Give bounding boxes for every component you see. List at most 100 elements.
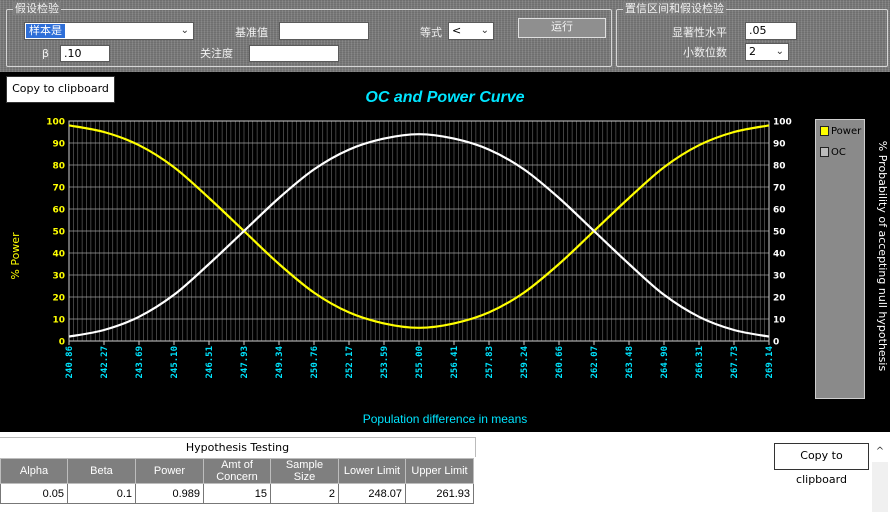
y-tick-label: 60 — [52, 206, 65, 216]
x-tick-label: 247.93 — [240, 346, 250, 379]
cell-lower-limit: 248.07 — [338, 483, 406, 504]
chevron-down-icon[interactable]: ⌄ — [481, 23, 489, 39]
decimals-combo[interactable]: 2 ⌄ — [745, 43, 789, 61]
col-upper-limit: Upper Limit — [405, 458, 474, 484]
y2-tick-label: 30 — [773, 272, 786, 282]
sample-type-value: 样本是 — [26, 24, 65, 38]
x-tick-label: 262.07 — [590, 346, 600, 379]
oc-power-chart: 0 0 10 10 20 20 30 30 40 40 50 50 60 60 70 70 80 80 90 90 10… — [9, 89, 889, 426]
legend-swatch-oc — [820, 147, 829, 157]
beta-label: β — [42, 47, 50, 60]
col-sample-size: Sample Size — [270, 458, 339, 484]
legend-label-power: Power — [831, 126, 862, 137]
x-tick-label: 263.48 — [625, 346, 635, 379]
chart-legend: Power OC — [815, 119, 865, 399]
x-tick-label: 256.41 — [450, 346, 460, 379]
chart-area: Copy to clipboard 0 0 10 10 20 20 30 30 40 40 50 50… — [0, 72, 890, 432]
y2-tick-label: 80 — [773, 162, 786, 172]
y-tick-label: 30 — [52, 272, 65, 282]
y-tick-label: 90 — [52, 140, 65, 150]
legend-item-power: Power — [820, 126, 861, 138]
col-beta: Beta — [67, 458, 136, 484]
y-tick-label: 70 — [52, 184, 65, 194]
x-tick-label: 246.51 — [205, 346, 215, 379]
legend-swatch-power — [820, 126, 829, 136]
y2-tick-label: 50 — [773, 228, 786, 238]
cell-power: 0.989 — [135, 483, 204, 504]
confidence-group-title: 置信区间和假设检验 — [623, 2, 726, 15]
x-tick-label: 264.90 — [660, 346, 670, 379]
y-tick-label: 50 — [52, 228, 65, 238]
cell-upper-limit: 261.93 — [405, 483, 474, 504]
x-tick-label: 257.83 — [485, 346, 495, 379]
x-tick-label: 267.73 — [730, 346, 740, 379]
cell-concern: 15 — [203, 483, 271, 504]
benchmark-label: 基准值 — [235, 26, 268, 39]
col-concern: Amt of Concern — [203, 458, 271, 484]
y2-tick-label: 70 — [773, 184, 786, 194]
x-tick-label: 249.34 — [275, 345, 285, 378]
y2-tick-label: 40 — [773, 250, 786, 260]
y2-tick-label: 60 — [773, 206, 786, 216]
legend-label-oc: OC — [831, 147, 846, 158]
table-row: 0.05 0.1 0.989 15 2 248.07 261.93 — [0, 483, 474, 504]
equation-value: < — [452, 24, 462, 37]
hypothesis-group-title: 假设检验 — [13, 2, 61, 15]
x-tick-label: 255.00 — [415, 346, 425, 379]
cell-alpha: 0.05 — [0, 483, 68, 504]
scroll-up-icon[interactable]: ^ — [872, 444, 888, 460]
concern-label: 关注度 — [200, 47, 233, 60]
y2-tick-label: 20 — [773, 294, 786, 304]
equation-label: 等式 — [420, 26, 442, 39]
top-control-panel: 假设检验 样本是 ⌄ 基准值 等式 < ⌄ 运行 β .10 关注度 置信区间和… — [0, 0, 890, 72]
chevron-down-icon[interactable]: ⌄ — [776, 44, 784, 60]
table-header-row: Alpha Beta Power Amt of Concern Sample S… — [0, 458, 474, 484]
decimals-label: 小数位数 — [683, 46, 727, 59]
col-power: Power — [135, 458, 204, 484]
col-lower-limit: Lower Limit — [338, 458, 406, 484]
y2-axis-label: % Probability of accepting null hypothes… — [876, 141, 889, 372]
y-tick-label: 80 — [52, 162, 65, 172]
x-tick-label: 259.24 — [520, 345, 530, 378]
y-tick-label: 40 — [52, 250, 65, 260]
equation-combo[interactable]: < ⌄ — [448, 22, 494, 40]
decimals-value: 2 — [749, 45, 756, 58]
table-copy-button[interactable]: Copy to clipboard — [774, 443, 869, 486]
scrollbar-track[interactable] — [872, 462, 888, 512]
chart-title: OC and Power Curve — [365, 89, 524, 106]
y-tick-label: 100 — [46, 118, 65, 128]
x-tick-label: 252.17 — [345, 346, 355, 379]
x-tick-label: 245.10 — [170, 346, 180, 379]
y2-tick-label: 100 — [773, 118, 792, 128]
y2-tick-label: 0 — [773, 338, 779, 348]
legend-item-oc: OC — [820, 147, 846, 159]
x-tick-label: 240.86 — [65, 346, 75, 379]
benchmark-input[interactable] — [279, 22, 369, 40]
cell-beta: 0.1 — [67, 483, 136, 504]
y-axis-label: % Power — [9, 232, 22, 280]
y-tick-label: 20 — [52, 294, 65, 304]
x-tick-label: 242.27 — [100, 346, 110, 379]
run-button[interactable]: 运行 — [518, 18, 606, 38]
col-alpha: Alpha — [0, 458, 68, 484]
significance-input[interactable]: .05 — [745, 22, 797, 40]
sample-type-combo[interactable]: 样本是 ⌄ — [24, 22, 194, 40]
significance-label: 显著性水平 — [672, 26, 727, 39]
x-tick-label: 266.31 — [695, 346, 705, 379]
y2-tick-label: 10 — [773, 316, 786, 326]
hypothesis-table: Alpha Beta Power Amt of Concern Sample S… — [0, 458, 474, 504]
x-tick-label: 253.59 — [380, 346, 390, 379]
x-tick-label: 243.69 — [135, 346, 145, 379]
y-tick-label: 0 — [59, 338, 65, 348]
x-tick-label: 269.14 — [765, 345, 775, 378]
x-tick-label: 260.66 — [555, 346, 565, 379]
x-axis-label: Population difference in means — [363, 412, 528, 426]
concern-input[interactable] — [249, 45, 339, 62]
hypothesis-table-title: Hypothesis Testing — [0, 437, 476, 457]
y2-tick-label: 90 — [773, 140, 786, 150]
x-tick-label: 250.76 — [310, 346, 320, 379]
beta-input[interactable]: .10 — [60, 45, 110, 62]
chevron-down-icon[interactable]: ⌄ — [181, 23, 189, 39]
y-tick-label: 10 — [52, 316, 65, 326]
cell-sample-size: 2 — [270, 483, 339, 504]
